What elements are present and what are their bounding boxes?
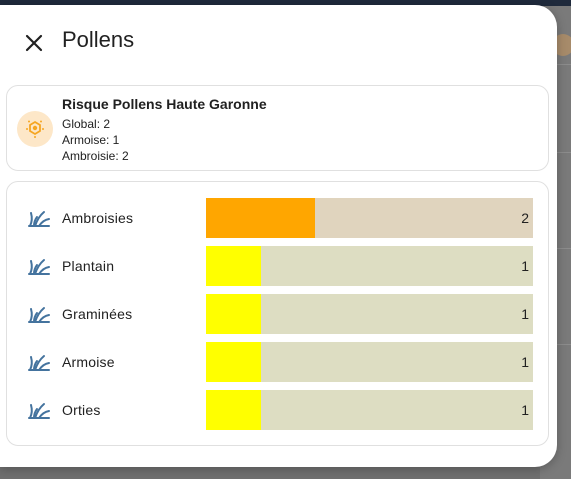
summary-armoise: Armoise: 1 (62, 133, 120, 147)
pollen-bar-track: 2 (206, 198, 533, 238)
pollen-row-label: Armoise (62, 354, 115, 370)
summary-ambroisie: Ambroisie: 2 (62, 149, 129, 163)
pollen-bar-value: 2 (521, 210, 529, 226)
close-button[interactable] (20, 29, 48, 57)
summary-card[interactable]: Risque Pollens Haute Garonne Global: 2 A… (6, 85, 549, 171)
grass-icon (27, 304, 51, 324)
dialog-header: Pollens (0, 5, 557, 77)
pollen-bar-value: 1 (521, 354, 529, 370)
pollen-row-label: Graminées (62, 306, 133, 322)
pollen-row-label: Ambroisies (62, 210, 134, 226)
summary-title: Risque Pollens Haute Garonne (62, 96, 267, 112)
pollens-dialog: Pollens Risque Pollens Haute Garonne Glo… (0, 5, 557, 467)
pollen-bar (206, 246, 261, 286)
pollen-bar (206, 294, 261, 334)
pollen-bar-track: 1 (206, 342, 533, 382)
background-divider (556, 152, 571, 153)
pollen-row-label: Plantain (62, 258, 115, 274)
grass-icon (27, 256, 51, 276)
close-icon (25, 34, 43, 52)
pollen-bar (206, 198, 315, 238)
pollen-bar-value: 1 (521, 306, 529, 322)
pollen-icon (17, 111, 53, 147)
background-divider (556, 64, 571, 65)
pollen-bar-track: 1 (206, 390, 533, 430)
dialog-title: Pollens (62, 27, 135, 52)
pollen-row[interactable]: Ambroisies 2 (7, 198, 548, 238)
pollen-bar-value: 1 (521, 258, 529, 274)
background-divider (556, 248, 571, 249)
background-divider (556, 344, 571, 345)
pollen-row[interactable]: Plantain 1 (7, 246, 548, 286)
pollen-bars-card: Ambroisies 2 Plantain 1 Graminées 1 Armoise 1 Or… (6, 181, 549, 446)
pollen-bar-value: 1 (521, 402, 529, 418)
pollen-bar (206, 390, 261, 430)
summary-global: Global: 2 (62, 117, 111, 131)
pollen-row-label: Orties (62, 402, 101, 418)
pollen-row[interactable]: Armoise 1 (7, 342, 548, 382)
pollen-row[interactable]: Graminées 1 (7, 294, 548, 334)
pollen-bar (206, 342, 261, 382)
pollen-bar-track: 1 (206, 246, 533, 286)
grass-icon (27, 400, 51, 420)
grass-icon (27, 352, 51, 372)
pollen-bar-track: 1 (206, 294, 533, 334)
pollen-row[interactable]: Orties 1 (7, 390, 548, 430)
grass-icon (27, 208, 51, 228)
